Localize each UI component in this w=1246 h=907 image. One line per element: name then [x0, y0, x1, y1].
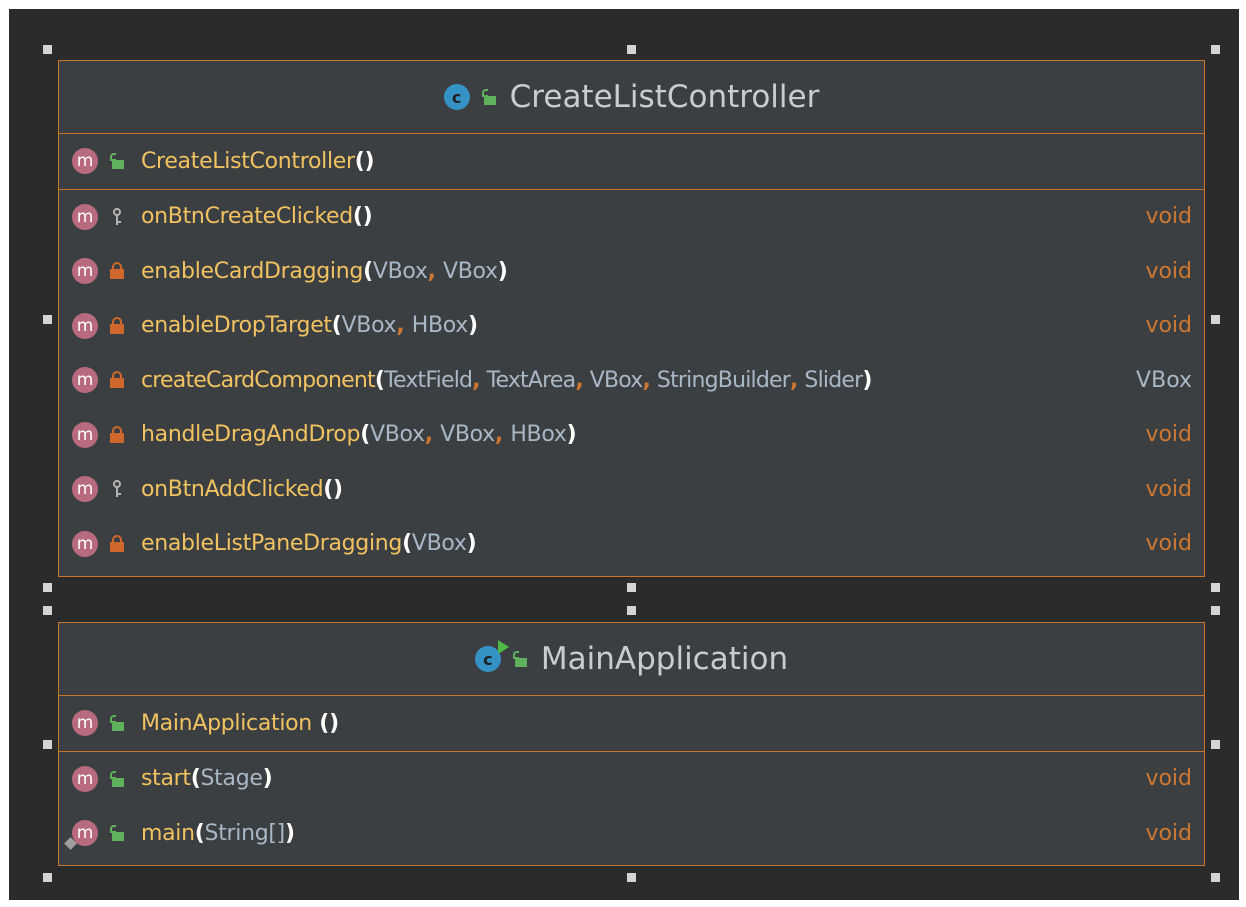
method-row[interactable]: m handleDragAndDrop(VBox, VBox, HBox) vo… [59, 408, 1204, 463]
public-lock-icon [110, 769, 124, 789]
resize-handle[interactable] [43, 873, 52, 882]
class-header: c CreateListController [59, 61, 1204, 134]
methods-section: m onBtnCreateClicked() void m enableCard… [59, 190, 1204, 572]
resize-handle[interactable] [43, 315, 52, 324]
method-icon: m [72, 258, 98, 285]
resize-handle[interactable] [1211, 606, 1220, 615]
private-lock-icon [110, 261, 124, 281]
constructors-section: m CreateListController() [59, 134, 1204, 190]
return-type: void [1145, 313, 1192, 339]
param: VBox [411, 531, 467, 557]
method-icon: m [72, 530, 98, 557]
methods-section: m start(Stage) void m main(String[]) voi… [59, 752, 1204, 861]
param: HBox [510, 422, 567, 448]
class-name: CreateListController [509, 79, 820, 115]
constructor-name: CreateListController [141, 148, 355, 174]
param: StringBuilder [656, 367, 791, 393]
param: VBox [443, 258, 498, 284]
return-type: void [1145, 258, 1192, 284]
method-name: enableCardDragging [141, 258, 364, 284]
runnable-class-icon: c [474, 640, 509, 672]
public-lock-icon [110, 151, 124, 171]
method-name: onBtnAddClicked [141, 476, 324, 502]
method-icon: m [72, 765, 98, 792]
return-type: void [1145, 531, 1192, 557]
param: VBox [372, 258, 428, 284]
method-name: main [141, 820, 195, 846]
private-lock-icon [110, 425, 124, 445]
resize-handle[interactable] [1211, 315, 1220, 324]
package-key-icon [110, 207, 124, 227]
return-type: VBox [1136, 367, 1192, 393]
param: TextArea [486, 367, 577, 393]
method-row[interactable]: m start(Stage) void [59, 752, 1204, 807]
public-lock-icon [481, 87, 496, 107]
method-row[interactable]: m createCardComponent(TextField, TextAre… [59, 353, 1204, 408]
method-icon: m [72, 710, 98, 737]
method-icon: m [72, 367, 98, 394]
private-lock-icon [110, 534, 124, 554]
constructor-row[interactable]: m MainApplication () [59, 696, 1204, 751]
resize-handle[interactable] [627, 873, 636, 882]
param: VBox [341, 313, 397, 339]
return-type: void [1145, 422, 1192, 448]
param: VBox [369, 422, 425, 448]
resize-handle[interactable] [43, 583, 52, 592]
param: HBox [411, 313, 469, 339]
return-type: void [1145, 204, 1192, 230]
param: VBox [440, 422, 495, 448]
constructor-name: MainApplication [141, 710, 312, 736]
method-icon: m [72, 148, 98, 175]
resize-handle[interactable] [43, 45, 52, 54]
method-name: enableDropTarget [141, 313, 332, 339]
resize-handle[interactable] [1211, 740, 1220, 749]
class-box-createlistcontroller[interactable]: c CreateListController m CreateListContr… [58, 60, 1205, 577]
method-icon: m [72, 203, 98, 230]
resize-handle[interactable] [43, 740, 52, 749]
resize-handle[interactable] [627, 45, 636, 54]
param: String[] [204, 820, 286, 846]
constructors-section: m MainApplication () [59, 696, 1204, 752]
resize-handle[interactable] [1211, 45, 1220, 54]
resize-handle[interactable] [627, 583, 636, 592]
class-name: MainApplication [540, 641, 789, 677]
private-lock-icon [110, 370, 124, 390]
public-lock-icon [110, 713, 124, 733]
public-lock-icon [512, 649, 527, 669]
method-row[interactable]: m enableDropTarget(VBox, HBox) void [59, 299, 1204, 354]
param: TextField [384, 367, 473, 393]
resize-handle[interactable] [43, 606, 52, 615]
resize-handle[interactable] [627, 606, 636, 615]
method-name: onBtnCreateClicked [141, 204, 353, 230]
param: VBox [589, 367, 644, 393]
resize-handle[interactable] [1211, 583, 1220, 592]
method-icon: m [72, 312, 98, 339]
method-name: createCardComponent [141, 367, 376, 393]
method-row[interactable]: m enableCardDragging(VBox, VBox) void [59, 244, 1204, 299]
method-name: start [141, 766, 191, 792]
method-row[interactable]: m main(String[]) void [59, 806, 1204, 861]
public-lock-icon [110, 823, 124, 843]
return-type: void [1145, 476, 1192, 502]
return-type: void [1145, 820, 1192, 846]
package-key-icon [110, 479, 124, 499]
method-row[interactable]: m enableListPaneDragging(VBox) void [59, 517, 1204, 572]
private-lock-icon [110, 316, 124, 336]
method-icon: m [72, 476, 98, 503]
method-row[interactable]: m onBtnAddClicked() void [59, 462, 1204, 517]
resize-handle[interactable] [1211, 873, 1220, 882]
method-icon: m [72, 421, 98, 448]
param: Stage [200, 766, 263, 792]
param: Slider [804, 367, 863, 393]
class-header: c MainApplication [59, 623, 1204, 696]
method-row[interactable]: m onBtnCreateClicked() void [59, 190, 1204, 245]
constructor-row[interactable]: m CreateListController() [59, 134, 1204, 189]
class-box-mainapplication[interactable]: c MainApplication m MainApplication () m… [58, 622, 1205, 866]
class-icon: c [443, 84, 470, 110]
return-type: void [1145, 766, 1192, 792]
method-name: enableListPaneDragging [141, 531, 403, 557]
method-name: handleDragAndDrop [141, 422, 361, 448]
